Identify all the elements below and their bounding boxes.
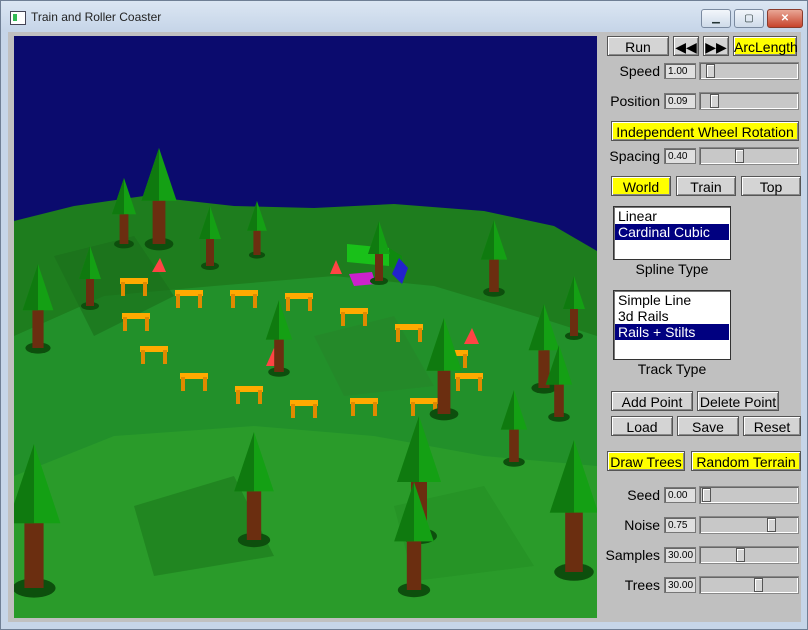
delete-point-button[interactable]: Delete Point <box>697 391 779 411</box>
position-slider[interactable] <box>699 92 799 110</box>
samples-value: 30.00 <box>664 547 696 563</box>
noise-value: 0.75 <box>664 517 696 533</box>
arclength-toggle[interactable]: ArcLength <box>733 36 798 56</box>
trees-label: Trees <box>624 577 660 593</box>
view-train-button[interactable]: Train <box>676 176 736 196</box>
position-slider-thumb[interactable] <box>709 94 719 108</box>
track-type-list[interactable]: Simple Line 3d Rails Rails + Stilts <box>613 290 731 360</box>
add-point-button[interactable]: Add Point <box>611 391 693 411</box>
scene-canvas <box>14 36 597 618</box>
seed-value: 0.00 <box>664 487 696 503</box>
trees-slider[interactable] <box>699 576 799 594</box>
speed-slider-thumb[interactable] <box>706 64 716 78</box>
noise-slider[interactable] <box>699 516 799 534</box>
seed-slider[interactable] <box>699 486 799 504</box>
reset-button[interactable]: Reset <box>743 416 801 436</box>
forward-button[interactable]: ▶▶ <box>703 36 729 56</box>
trees-value: 30.00 <box>664 577 696 593</box>
minimize-button[interactable]: ▁ <box>701 9 731 28</box>
view-world-button[interactable]: World <box>611 176 671 196</box>
samples-slider-thumb[interactable] <box>736 548 746 562</box>
save-button[interactable]: Save <box>677 416 739 436</box>
samples-label: Samples <box>605 547 660 563</box>
view-top-button[interactable]: Top <box>741 176 801 196</box>
run-button[interactable]: Run <box>607 36 669 56</box>
spline-option-cardinal-cubic[interactable]: Cardinal Cubic <box>615 224 729 240</box>
speed-slider[interactable] <box>699 62 799 80</box>
spacing-slider-thumb[interactable] <box>734 149 744 163</box>
maximize-button[interactable]: ▢ <box>734 9 764 28</box>
noise-slider-thumb[interactable] <box>766 518 776 532</box>
track-option-rails-stilts[interactable]: Rails + Stilts <box>615 324 729 340</box>
noise-label: Noise <box>624 517 660 533</box>
draw-trees-toggle[interactable]: Draw Trees <box>607 451 685 471</box>
spline-type-list[interactable]: Linear Cardinal Cubic <box>613 206 731 260</box>
random-terrain-toggle[interactable]: Random Terrain <box>691 451 801 471</box>
load-button[interactable]: Load <box>611 416 673 436</box>
track-option-3d-rails[interactable]: 3d Rails <box>615 308 729 324</box>
spacing-label: Spacing <box>609 148 660 164</box>
seed-slider-thumb[interactable] <box>702 488 711 502</box>
position-label: Position <box>610 93 660 109</box>
rewind-button[interactable]: ◀◀ <box>673 36 699 56</box>
app-window: Train and Roller Coaster ▁ ▢ ✕ Run ◀◀ ▶▶… <box>0 0 808 630</box>
speed-label: Speed <box>619 63 660 79</box>
scene-viewport[interactable] <box>14 36 597 618</box>
track-type-caption: Track Type <box>637 361 707 377</box>
title-bar[interactable]: Train and Roller Coaster ▁ ▢ ✕ <box>1 1 807 35</box>
control-panel: Run ◀◀ ▶▶ ArcLength Speed 1.00 Position … <box>605 32 801 622</box>
window-title: Train and Roller Coaster <box>31 10 162 24</box>
spline-option-linear[interactable]: Linear <box>615 208 729 224</box>
position-value: 0.09 <box>664 93 696 109</box>
spacing-slider[interactable] <box>699 147 799 165</box>
samples-slider[interactable] <box>699 546 799 564</box>
trees-slider-thumb[interactable] <box>753 578 763 592</box>
app-icon <box>10 11 26 25</box>
independent-wheel-rotation-toggle[interactable]: Independent Wheel Rotation <box>611 121 799 141</box>
speed-value: 1.00 <box>664 63 696 79</box>
track-option-simple-line[interactable]: Simple Line <box>615 292 729 308</box>
seed-label: Seed <box>627 487 660 503</box>
spacing-value: 0.40 <box>664 148 696 164</box>
spline-type-caption: Spline Type <box>635 261 709 277</box>
close-button[interactable]: ✕ <box>767 9 803 28</box>
client-area: Run ◀◀ ▶▶ ArcLength Speed 1.00 Position … <box>8 32 801 622</box>
